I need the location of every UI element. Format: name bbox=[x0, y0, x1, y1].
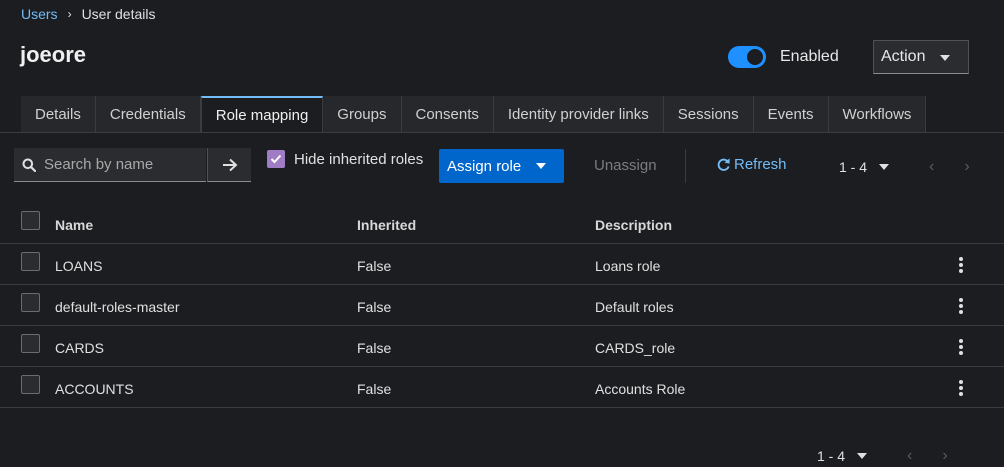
pagination-range-label: 1 - 4 bbox=[839, 159, 868, 175]
enabled-toggle[interactable] bbox=[728, 46, 766, 68]
breadcrumb: Users › User details bbox=[21, 6, 155, 22]
tab-label: Sessions bbox=[677, 105, 739, 123]
breadcrumb-current: User details bbox=[81, 6, 156, 22]
tab-sessions[interactable]: Sessions bbox=[663, 96, 754, 132]
tab-identity-provider-links[interactable]: Identity provider links bbox=[493, 96, 664, 132]
refresh-icon bbox=[717, 158, 730, 171]
next-page-icon[interactable]: › bbox=[964, 158, 969, 176]
pagination-range-toggle[interactable]: 1 - 4 bbox=[817, 448, 868, 464]
search-input[interactable] bbox=[44, 156, 194, 173]
unassign-button[interactable]: Unassign bbox=[594, 157, 657, 174]
chevron-right-icon: › bbox=[67, 7, 72, 21]
role-name: ACCOUNTS bbox=[55, 381, 134, 397]
role-mapping-table: Name Inherited Description LOANS False L… bbox=[0, 203, 1004, 408]
caret-down-icon bbox=[857, 453, 868, 459]
tab-label: Groups bbox=[337, 105, 387, 123]
role-name: default-roles-master bbox=[55, 299, 180, 315]
arrow-right-icon bbox=[222, 158, 237, 171]
role-inherited: False bbox=[357, 258, 392, 274]
tab-workflows[interactable]: Workflows bbox=[828, 96, 927, 132]
search-submit-button[interactable] bbox=[207, 148, 251, 182]
pagination-range-label: 1 - 4 bbox=[817, 448, 846, 464]
search-icon bbox=[22, 158, 36, 172]
kebab-menu-icon[interactable] bbox=[955, 338, 967, 356]
column-header-name[interactable]: Name bbox=[55, 217, 93, 233]
tab-label: Credentials bbox=[109, 105, 186, 123]
row-checkbox[interactable] bbox=[21, 293, 40, 312]
row-checkbox[interactable] bbox=[21, 334, 40, 353]
next-page-icon[interactable]: › bbox=[942, 447, 947, 465]
assign-role-label: Assign role bbox=[447, 157, 522, 175]
row-checkbox[interactable] bbox=[21, 252, 40, 271]
tab-label: Identity provider links bbox=[507, 105, 649, 123]
pagination-top: 1 - 4 ‹ › bbox=[839, 158, 970, 176]
tabs-divider bbox=[0, 132, 1004, 133]
assign-role-button[interactable]: Assign role bbox=[439, 149, 564, 183]
pagination-bottom: 1 - 4 ‹ › bbox=[817, 447, 948, 465]
toolbar-divider bbox=[685, 149, 686, 183]
action-label: Action bbox=[881, 48, 926, 65]
action-dropdown[interactable]: Action bbox=[873, 40, 969, 74]
role-inherited: False bbox=[357, 340, 392, 356]
caret-down-icon bbox=[879, 164, 890, 170]
table-row: CARDS False CARDS_role bbox=[0, 326, 1004, 367]
previous-page-icon[interactable]: ‹ bbox=[929, 158, 934, 176]
tab-label: Workflows bbox=[842, 105, 912, 123]
tab-role-mapping[interactable]: Role mapping bbox=[200, 96, 324, 132]
row-checkbox[interactable] bbox=[21, 375, 40, 394]
refresh-label: Refresh bbox=[734, 156, 787, 173]
role-name: CARDS bbox=[55, 340, 105, 356]
hide-inherited-roles: Hide inherited roles bbox=[267, 150, 423, 168]
table-row: LOANS False Loans role bbox=[0, 244, 1004, 285]
table-row: ACCOUNTS False Accounts Role bbox=[0, 367, 1004, 408]
pagination-range-toggle[interactable]: 1 - 4 bbox=[839, 159, 890, 175]
refresh-button[interactable]: Refresh bbox=[716, 156, 787, 173]
hide-inherited-checkbox[interactable] bbox=[267, 150, 285, 168]
tab-credentials[interactable]: Credentials bbox=[95, 96, 201, 132]
role-name: LOANS bbox=[55, 258, 103, 274]
hide-inherited-label: Hide inherited roles bbox=[294, 150, 424, 168]
role-inherited: False bbox=[357, 381, 392, 397]
role-description: CARDS_role bbox=[595, 340, 676, 356]
table-header: Name Inherited Description bbox=[0, 203, 1004, 244]
role-description: Accounts Role bbox=[595, 381, 686, 397]
role-description: Loans role bbox=[595, 258, 661, 274]
tab-label: Role mapping bbox=[215, 106, 309, 124]
enabled-toggle-group: Enabled bbox=[728, 46, 839, 68]
select-all-checkbox[interactable] bbox=[21, 211, 40, 230]
kebab-menu-icon[interactable] bbox=[955, 256, 967, 274]
tab-bar: Details Credentials Role mapping Groups … bbox=[21, 96, 927, 132]
kebab-menu-icon[interactable] bbox=[955, 297, 967, 315]
search-field bbox=[14, 148, 206, 182]
table-row: default-roles-master False Default roles bbox=[0, 285, 1004, 326]
caret-down-icon bbox=[536, 163, 546, 169]
tab-details[interactable]: Details bbox=[21, 96, 96, 132]
previous-page-icon[interactable]: ‹ bbox=[907, 447, 912, 465]
column-header-description[interactable]: Description bbox=[595, 217, 672, 233]
tab-consents[interactable]: Consents bbox=[401, 96, 494, 132]
tab-events[interactable]: Events bbox=[753, 96, 829, 132]
caret-down-icon bbox=[940, 55, 950, 61]
tab-groups[interactable]: Groups bbox=[323, 96, 402, 132]
enabled-label: Enabled bbox=[780, 48, 839, 65]
tab-label: Details bbox=[35, 105, 81, 123]
role-inherited: False bbox=[357, 299, 392, 315]
breadcrumb-users-link[interactable]: Users bbox=[21, 6, 58, 22]
check-icon bbox=[270, 154, 282, 164]
tab-label: Events bbox=[767, 105, 814, 123]
tab-label: Consents bbox=[415, 105, 479, 123]
role-description: Default roles bbox=[595, 299, 674, 315]
column-header-inherited[interactable]: Inherited bbox=[357, 217, 416, 233]
page-title: joeore bbox=[20, 42, 87, 67]
kebab-menu-icon[interactable] bbox=[955, 379, 967, 397]
